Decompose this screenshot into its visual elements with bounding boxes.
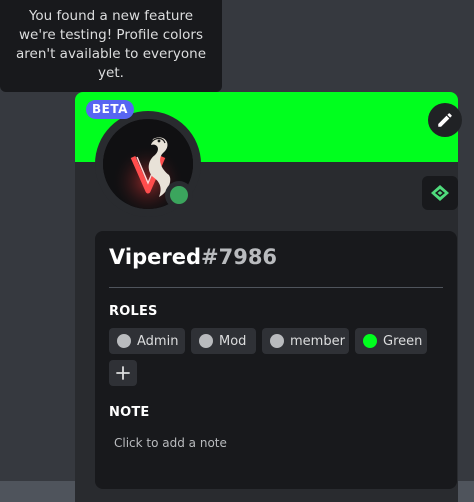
tooltip-text: You found a new feature we're testing! P…: [0, 7, 222, 83]
status-indicator: [165, 181, 193, 209]
username-discriminator: #7986: [201, 245, 278, 269]
role-admin[interactable]: Admin: [109, 328, 185, 354]
role-mod[interactable]: Mod: [191, 328, 256, 354]
role-label: Admin: [137, 333, 179, 349]
add-role-button[interactable]: [109, 360, 137, 386]
roles-title: ROLES: [109, 304, 158, 319]
tooltip-line: yet.: [98, 65, 124, 81]
nitro-gem-icon: [431, 185, 449, 201]
nitro-badge[interactable]: [422, 176, 458, 210]
role-color-dot: [199, 334, 213, 348]
role-color-dot: [363, 334, 377, 348]
beta-feature-tooltip: You found a new feature we're testing! P…: [0, 0, 222, 92]
note-title: NOTE: [109, 405, 150, 420]
tooltip-line: aren't available to everyone: [15, 46, 206, 62]
role-color-dot: [117, 334, 131, 348]
role-green[interactable]: Green: [355, 328, 427, 354]
divider: [109, 287, 443, 288]
username[interactable]: Vipered#7986: [109, 245, 277, 269]
plus-icon: [116, 366, 130, 380]
role-label: Mod: [219, 333, 247, 349]
pencil-icon: [438, 113, 452, 127]
role-color-dot: [270, 334, 284, 348]
online-status-dot: [170, 186, 188, 204]
beta-badge: BETA: [86, 100, 134, 119]
role-member[interactable]: member: [262, 328, 349, 354]
tooltip-line: we're testing! Profile colors: [19, 27, 203, 43]
profile-info-panel: Vipered#7986 ROLES Admin Mod member Gree…: [95, 231, 457, 489]
role-label: Green: [383, 333, 423, 349]
edit-profile-button[interactable]: [428, 103, 462, 137]
avatar-frame[interactable]: [95, 111, 201, 217]
username-name: Vipered: [109, 245, 201, 269]
note-input[interactable]: Click to add a note: [109, 431, 443, 455]
tooltip-line: You found a new feature: [28, 8, 194, 24]
role-label: member: [290, 333, 345, 349]
